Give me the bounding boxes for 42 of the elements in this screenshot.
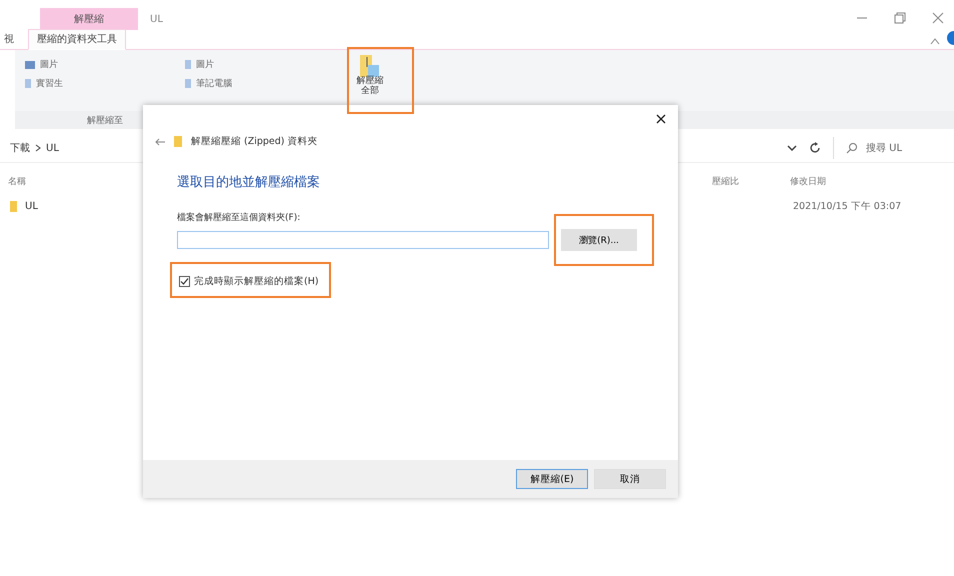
ribbon-tab[interactable]: 視 — [0, 30, 22, 49]
window-title: UL — [150, 14, 163, 24]
table-cell: 2021/10/15 下午 03:07 — [793, 200, 902, 212]
file-name[interactable]: UL — [10, 200, 793, 212]
collapse-icon[interactable] — [930, 37, 940, 45]
ribbon-tab[interactable]: 壓縮的資料夾工具 — [28, 29, 126, 50]
dialog-heading: 選取目的地並解壓縮檔案 — [177, 174, 321, 191]
zip-folder-icon — [174, 136, 182, 147]
field-label: 檔案會解壓縮至這個資料夾(F): — [177, 211, 302, 224]
help-icon[interactable] — [946, 31, 954, 45]
context-tab-header: 解壓縮 — [40, 8, 138, 30]
breadcrumb[interactable]: 下載 — [10, 141, 30, 155]
highlight-frame — [347, 47, 414, 114]
restore-icon[interactable] — [894, 12, 906, 24]
refresh-icon[interactable] — [809, 142, 821, 154]
section-label: 解壓縮至 — [87, 114, 123, 126]
quick-access-item[interactable]: 實習生 — [25, 77, 185, 90]
search-icon — [846, 142, 858, 154]
chevron-icon — [35, 144, 41, 152]
checkbox[interactable] — [179, 276, 190, 287]
zip-folder-icon — [360, 55, 380, 77]
close-icon[interactable] — [656, 114, 666, 124]
checkbox-label[interactable]: 完成時顯示解壓縮的檔案(H) — [194, 275, 319, 288]
picture-icon — [25, 60, 35, 68]
dialog-button[interactable]: 取消 — [594, 469, 666, 489]
quick-access-item[interactable]: 圖片 — [185, 58, 355, 71]
back-icon[interactable] — [155, 138, 165, 146]
folder-icon — [10, 200, 17, 212]
folder-icon — [185, 79, 191, 88]
browse-button[interactable]: 瀏覽(R)... — [561, 229, 637, 251]
quick-access-item[interactable]: 筆記電腦 — [185, 77, 355, 90]
column-header[interactable]: 壓縮比 — [712, 175, 790, 188]
folder-icon — [25, 79, 31, 88]
dialog-title: 解壓縮壓縮 (Zipped) 資料夾 — [191, 135, 318, 148]
extract-all-button[interactable]: 解壓縮全部 — [355, 55, 385, 111]
breadcrumb[interactable]: UL — [46, 142, 59, 154]
column-header[interactable]: 修改日期 — [790, 175, 826, 188]
folder-icon — [185, 60, 191, 69]
destination-field[interactable] — [177, 231, 549, 249]
dropdown-icon[interactable] — [787, 145, 797, 151]
dialog-button[interactable]: 解壓縮(E) — [516, 469, 588, 489]
quick-access-item[interactable]: 圖片 — [25, 58, 185, 71]
